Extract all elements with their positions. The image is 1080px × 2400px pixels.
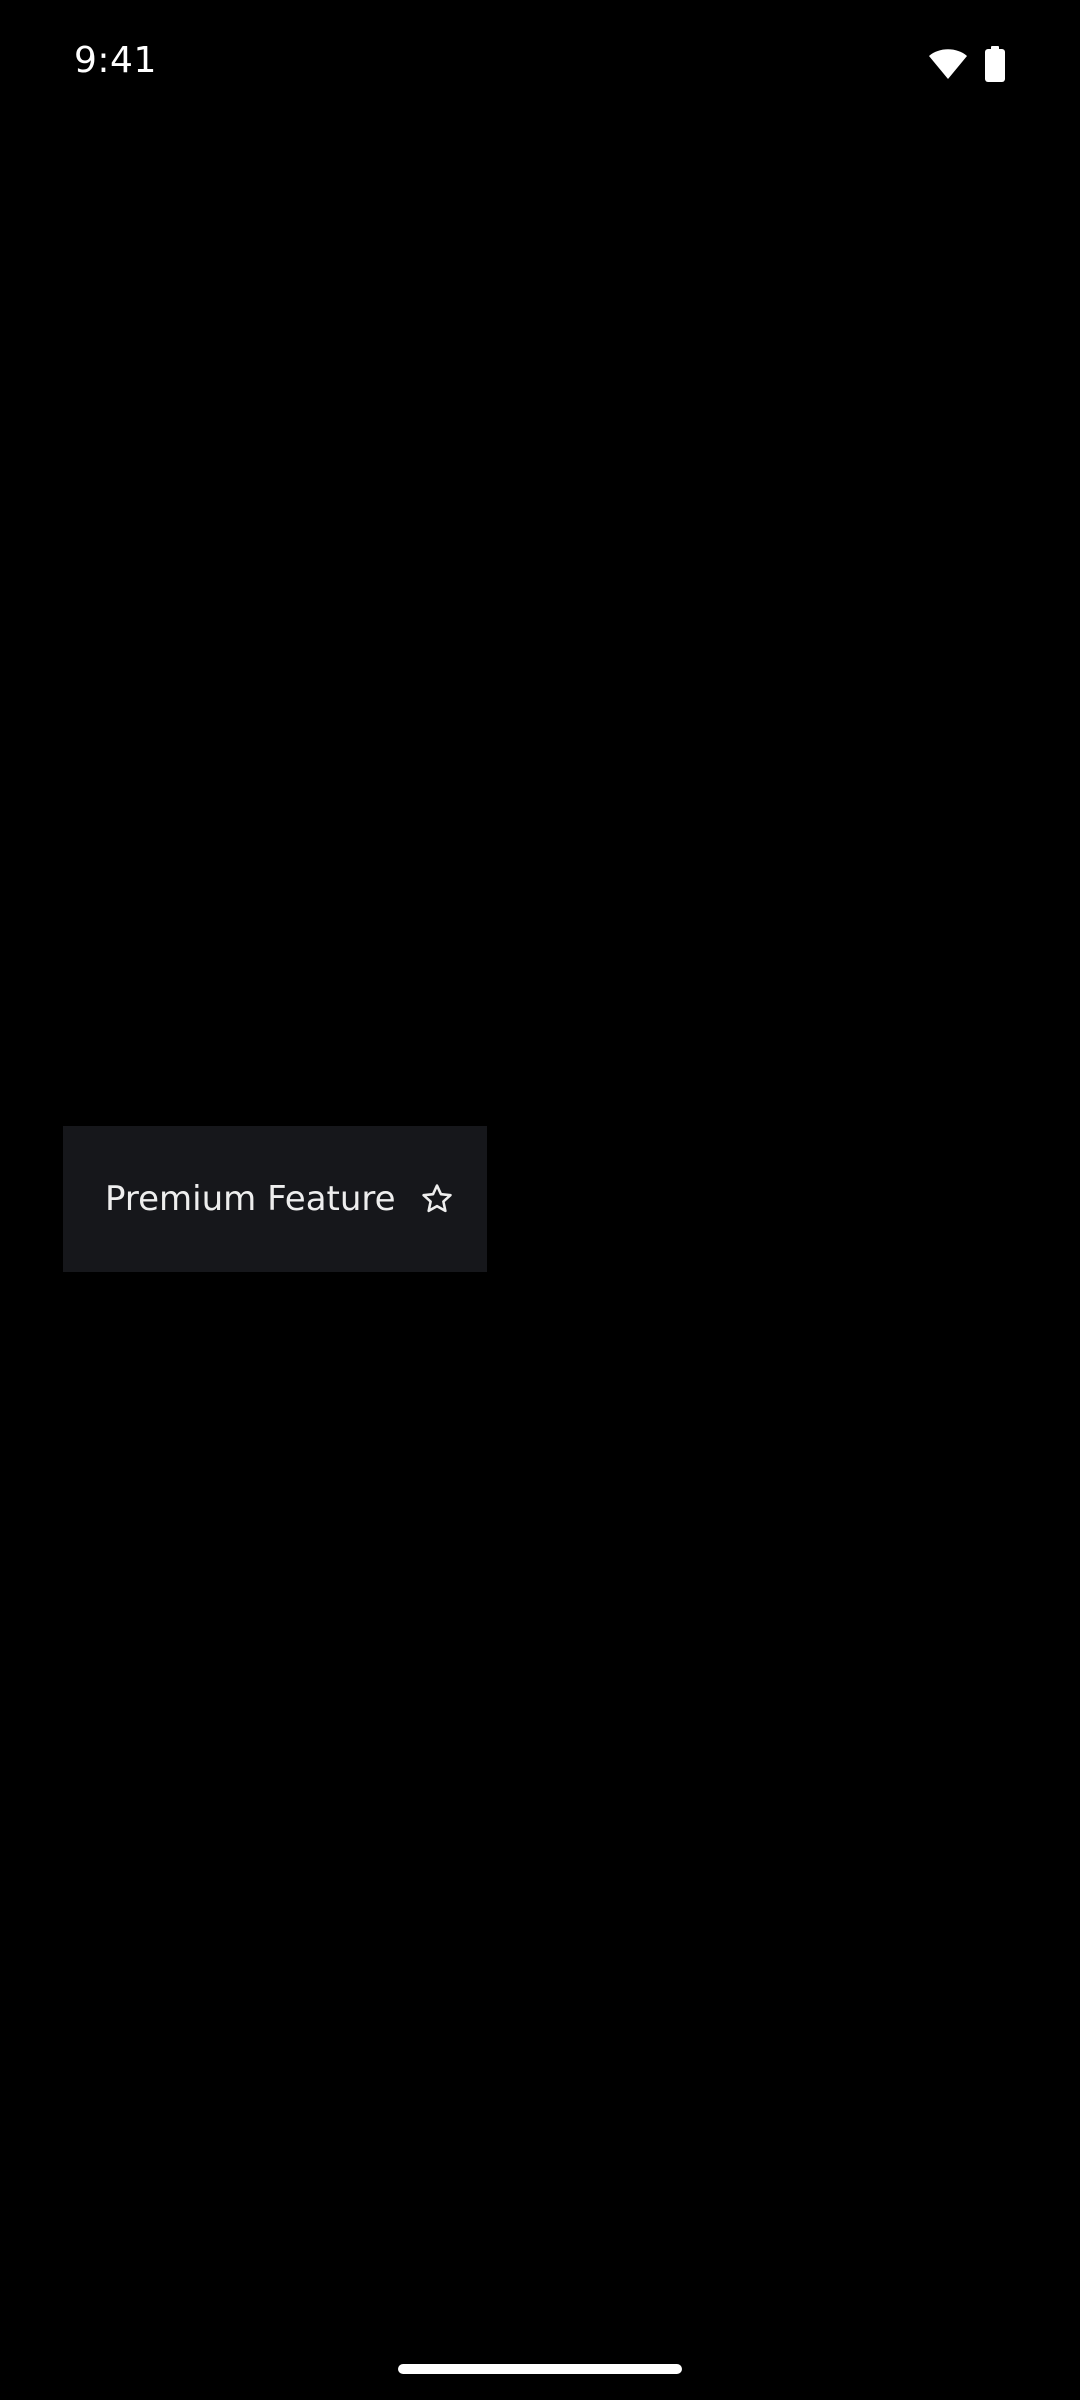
gesture-nav-handle[interactable] <box>398 2364 682 2374</box>
status-bar: 9:41 <box>0 0 1080 130</box>
status-icons <box>928 46 1006 82</box>
status-time: 9:41 <box>74 40 157 81</box>
menu-item-premium-feature[interactable]: Premium Feature <box>105 1179 454 1219</box>
star-outline-icon <box>420 1182 454 1216</box>
app-screen: 9:41 Premium Feature <box>0 0 1080 2400</box>
popup-menu: Premium Feature <box>63 1126 487 1272</box>
wifi-icon <box>928 47 968 81</box>
battery-icon <box>984 46 1006 82</box>
menu-item-label: Premium Feature <box>105 1179 396 1219</box>
